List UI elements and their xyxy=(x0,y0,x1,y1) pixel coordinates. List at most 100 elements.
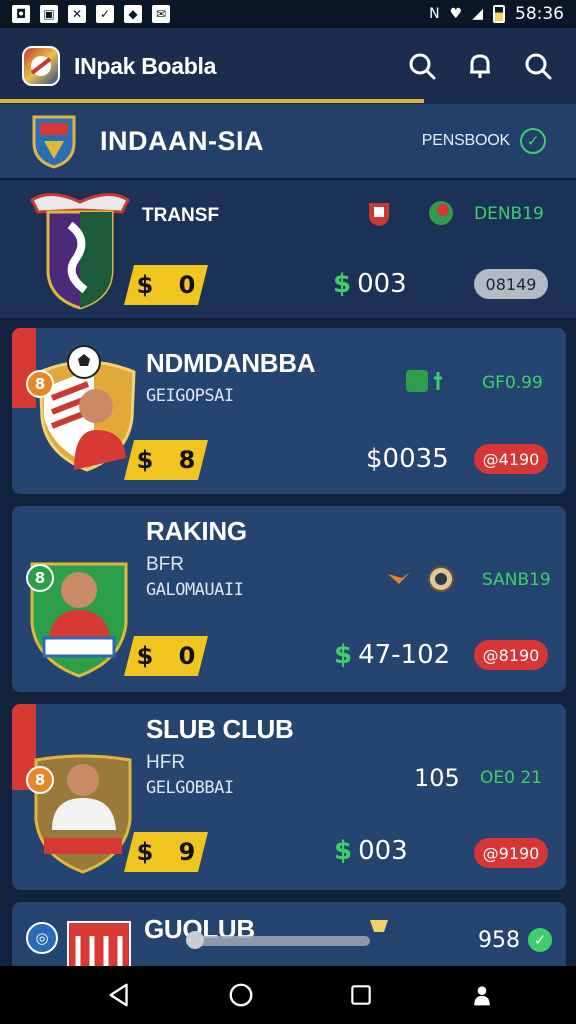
card-stat-left: 105 xyxy=(414,764,460,792)
signal-icon: ◢ xyxy=(472,6,483,22)
country-crest-icon xyxy=(32,115,76,169)
rating-badge: 8 xyxy=(26,766,54,794)
app-actions xyxy=(406,50,554,82)
ball-logo-icon xyxy=(30,56,52,76)
price-tag[interactable]: $ 0 xyxy=(124,636,208,676)
status-icons-right: N ♥ ◢ 58:36 xyxy=(429,4,564,24)
trophy-icon xyxy=(370,920,388,932)
battery-icon xyxy=(493,5,505,23)
country-tag: PENSBOOK xyxy=(421,132,510,149)
price-symbol: $ xyxy=(136,446,154,474)
profile-icon xyxy=(473,986,490,1006)
card-value-text: $0035 xyxy=(366,444,449,474)
transfer-card[interactable]: TRANSF DENB19 $ 0 $ 003 08149 xyxy=(0,180,576,318)
card-subtitle: GEIGOPSAI xyxy=(146,386,234,406)
price-digit: 0 xyxy=(178,642,196,670)
club-crest-icon xyxy=(30,193,130,310)
bonus-icon xyxy=(406,370,442,392)
dollar-sign: $ xyxy=(333,269,352,299)
system-nav-bar xyxy=(0,966,576,1024)
photo-icon: ▣ xyxy=(40,5,58,23)
card-value-text: 47-102 xyxy=(358,640,451,670)
card-stat: SANB19 xyxy=(482,570,551,590)
scroll-handle[interactable] xyxy=(186,931,204,949)
transfer-price-tag[interactable]: $ 0 xyxy=(124,265,208,305)
recents-icon xyxy=(351,985,371,1005)
search-button[interactable] xyxy=(406,50,438,82)
medal-icon xyxy=(428,566,454,592)
message-icon: ✉ xyxy=(152,5,170,23)
notification-icon: ◘ xyxy=(12,5,30,23)
back-icon xyxy=(109,983,128,1007)
bolt-icon: ✕ xyxy=(68,5,86,23)
home-button[interactable] xyxy=(221,975,261,1015)
card-title: SLUB CLUB xyxy=(146,714,294,744)
price-tag[interactable]: $ 8 xyxy=(124,440,208,480)
dollar-sign: $ xyxy=(334,640,353,670)
price-symbol: $ xyxy=(136,642,154,670)
recents-button[interactable] xyxy=(341,975,381,1015)
loading-progress-bar xyxy=(0,99,424,103)
scroll-indicator[interactable] xyxy=(188,936,370,946)
rating-badge: 8 xyxy=(26,370,54,398)
player-card-2[interactable]: 8 RAKING BFR GALOMAUAII SANB19 $ 0 $ 47-… xyxy=(12,506,566,692)
card-value-text: 003 xyxy=(358,836,408,866)
price-symbol: $ xyxy=(136,838,154,866)
price-digit: 8 xyxy=(178,446,196,474)
nfc-icon: N xyxy=(429,6,440,22)
card-subtitle-top: HFR xyxy=(146,752,186,773)
price-tag[interactable]: $ 9 xyxy=(124,832,208,872)
player-card-1[interactable]: 8 NDMDANBBA GEIGOPSAI GF0.99 $ 8 $0035 @… xyxy=(12,328,566,494)
ball-icon xyxy=(429,201,453,225)
price-digit: 0 xyxy=(178,271,196,299)
card-subtitle-top: BFR xyxy=(146,554,184,575)
home-icon xyxy=(229,983,253,1007)
back-button[interactable] xyxy=(100,975,140,1015)
card-value: $ 003 xyxy=(334,836,408,866)
player-card-3[interactable]: 8 SLUB CLUB HFR GELGOBBAI 105 OE0 21 $ 9… xyxy=(12,704,566,890)
dollar-sign: $ xyxy=(334,836,353,866)
app-title: INpak Boabla xyxy=(74,52,217,79)
country-name: INDAAN-SIA xyxy=(100,125,264,156)
price-symbol: $ xyxy=(136,271,154,299)
transfer-pill[interactable]: 08149 xyxy=(474,269,548,299)
card-value: $0035 xyxy=(366,444,449,474)
card-subtitle: GALOMAUAII xyxy=(146,580,244,600)
app-logo xyxy=(22,46,60,86)
soccer-ball-icon xyxy=(67,345,101,379)
card-pill[interactable]: @8190 xyxy=(474,640,548,670)
club-logo-icon: ◎ xyxy=(26,922,58,954)
app-bar: INpak Boabla xyxy=(0,28,576,104)
country-right: PENSBOOK ✓ xyxy=(422,128,546,154)
search-button-2[interactable] xyxy=(522,50,554,82)
card-stat: GF0.99 xyxy=(482,373,543,393)
wifi-icon: ♥ xyxy=(449,6,463,22)
search-icon xyxy=(409,53,436,80)
check-icon: ✓ xyxy=(96,5,114,23)
card-pill[interactable]: @9190 xyxy=(474,838,548,868)
card-title: RAKING xyxy=(146,516,247,546)
country-header[interactable]: INDAAN-SIA PENSBOOK ✓ xyxy=(0,104,576,180)
profile-button[interactable] xyxy=(462,975,502,1015)
card-stat: 958 xyxy=(478,928,520,953)
bird-icon xyxy=(388,572,410,584)
card-value: $ 47-102 xyxy=(334,640,450,670)
rating-badge: 8 xyxy=(26,564,54,592)
verified-check-icon: ✓ xyxy=(520,128,546,154)
search-icon xyxy=(525,53,552,80)
notifications-button[interactable] xyxy=(464,50,496,82)
transfer-value-text: 003 xyxy=(357,269,407,299)
card-pill[interactable]: @4190 xyxy=(474,444,548,474)
card-stat: OE0 21 xyxy=(480,768,542,788)
transfer-label: TRANSF xyxy=(142,205,220,226)
transfer-stat: DENB19 xyxy=(474,204,544,224)
status-bar: ◘ ▣ ✕ ✓ ◆ ✉ N ♥ ◢ 58:36 xyxy=(0,0,576,28)
price-digit: 9 xyxy=(178,838,196,866)
club-badge-icon xyxy=(369,203,389,226)
status-icons-left: ◘ ▣ ✕ ✓ ◆ ✉ xyxy=(12,5,170,23)
status-time: 58:36 xyxy=(515,4,564,24)
transfer-value: $ 003 xyxy=(333,269,407,299)
player-shield-icon xyxy=(67,921,131,972)
verified-check-icon: ✓ xyxy=(528,928,552,952)
card-subtitle: GELGOBBAI xyxy=(146,778,234,798)
